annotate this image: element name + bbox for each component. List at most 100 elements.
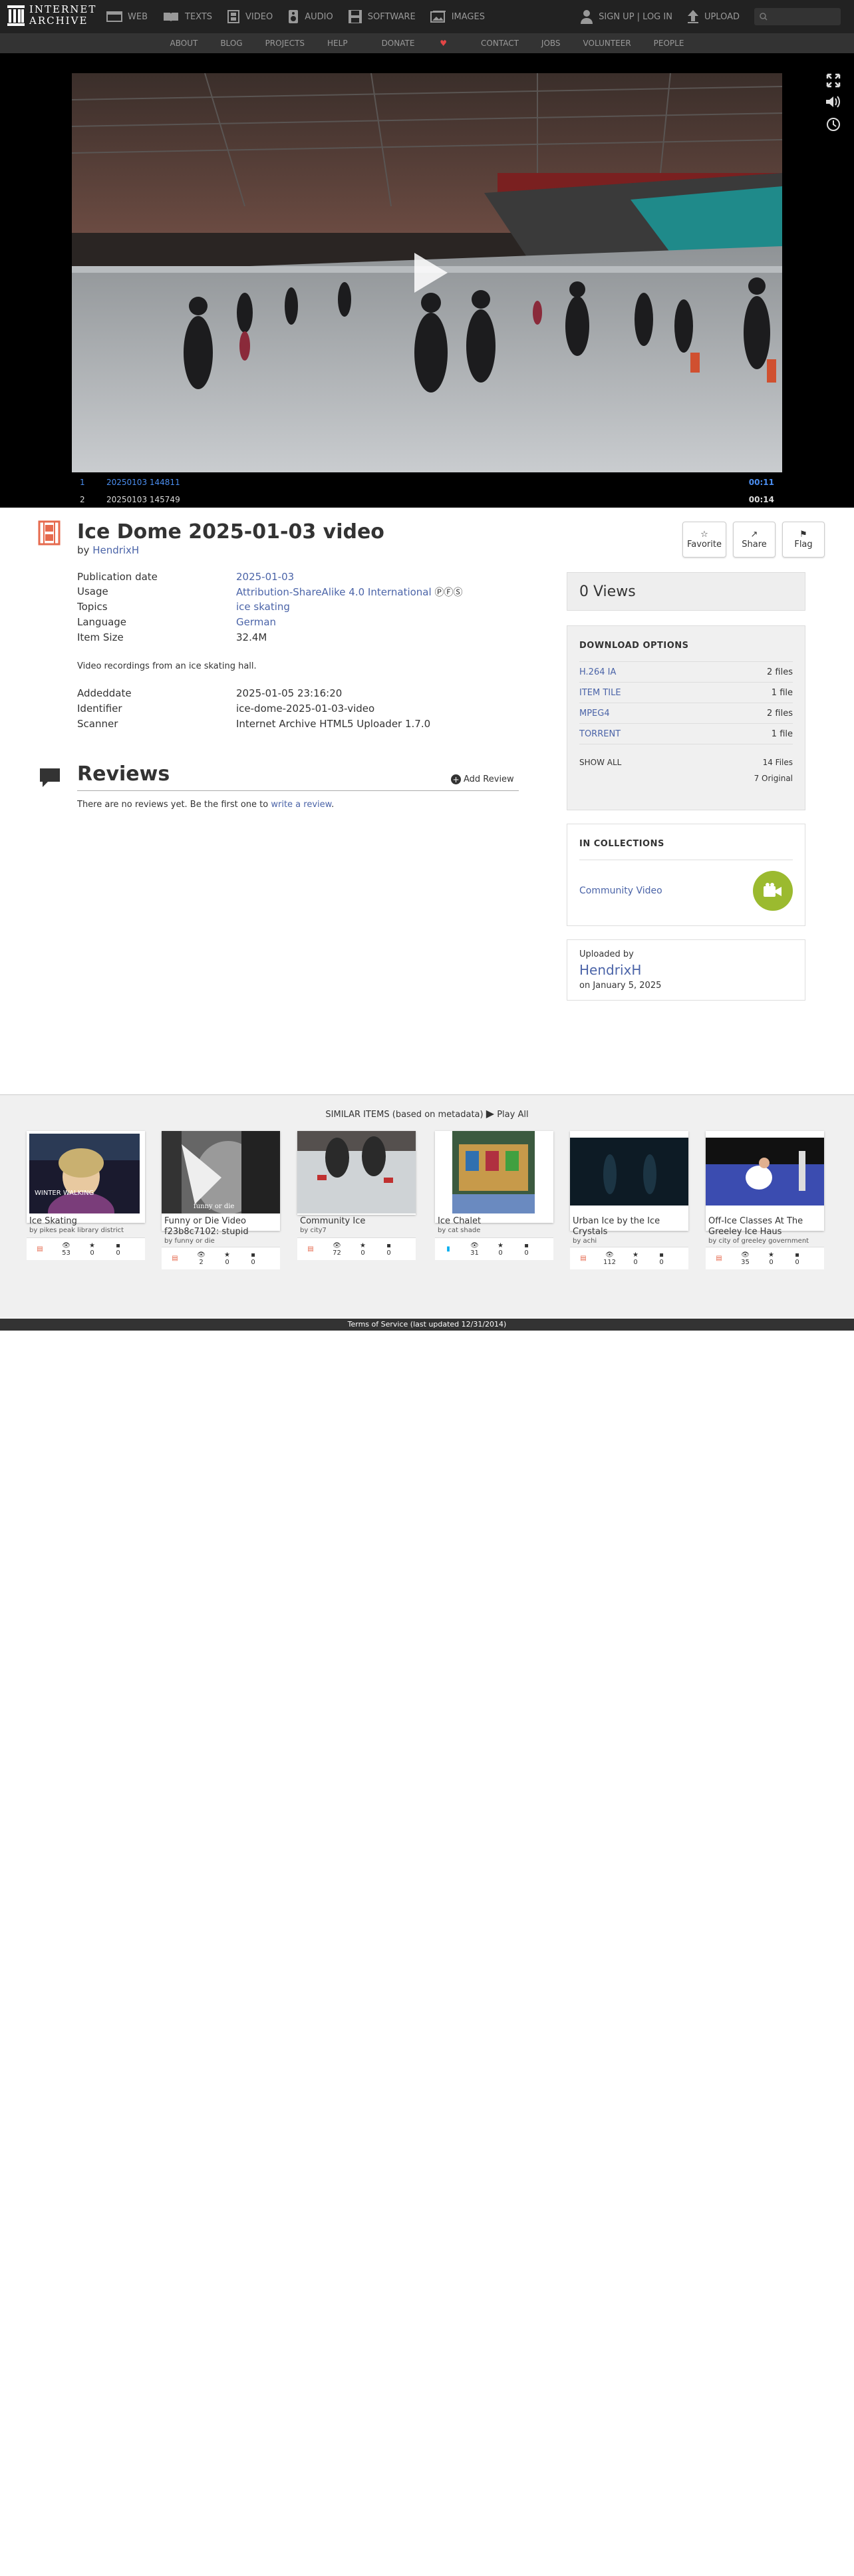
flag-label: Flag: [794, 540, 813, 550]
author-link[interactable]: HendrixH: [92, 544, 139, 556]
language-link[interactable]: German: [236, 616, 276, 628]
flag-button[interactable]: ⚑ Flag: [782, 522, 825, 558]
subnav-people[interactable]: PEOPLE: [654, 39, 684, 48]
star-icon: ★: [89, 1241, 95, 1249]
views-stat: 👁 72: [324, 1242, 350, 1257]
terms-of-service-link[interactable]: Terms of Service (last updated 12/31/201…: [0, 1319, 854, 1331]
fullscreen-icon[interactable]: [826, 73, 841, 90]
favorites-stat: ★ 0: [214, 1251, 240, 1266]
card-title[interactable]: Off-Ice Classes At The Greeley Ice Haus: [708, 1216, 821, 1237]
subnav-volunteer[interactable]: VOLUNTEER: [583, 39, 631, 48]
collection-video-icon: [753, 870, 793, 911]
card-title[interactable]: Community Ice: [300, 1216, 365, 1227]
download-row[interactable]: H.264 IA 2 files: [579, 661, 793, 682]
views-count: 31: [470, 1249, 479, 1257]
metadata-label: Usage: [77, 585, 108, 597]
playlist-item[interactable]: 1 20250103 144811 00:11: [72, 474, 782, 491]
topic-link[interactable]: ice skating: [236, 601, 290, 613]
nav-web[interactable]: WEB: [106, 11, 148, 23]
similar-item-card[interactable]: WINTER WALKING: [27, 1131, 145, 1223]
item-thumbnail: [297, 1131, 416, 1213]
views-count: 2: [199, 1258, 204, 1266]
film-icon: ▤: [716, 1255, 722, 1262]
similar-item-card[interactable]: [435, 1131, 553, 1223]
metadata-label: Addeddate: [77, 687, 132, 699]
clock-icon[interactable]: [826, 117, 841, 134]
search-input[interactable]: [754, 8, 841, 25]
subnav-jobs[interactable]: JOBS: [541, 39, 561, 48]
subnav-blog[interactable]: BLOG: [220, 39, 242, 48]
card-title[interactable]: Ice Skating: [29, 1216, 77, 1227]
download-format[interactable]: MPEG4: [579, 709, 610, 719]
nav-video[interactable]: VIDEO: [227, 10, 273, 23]
upload-link[interactable]: UPLOAD: [687, 9, 740, 24]
subnav-about[interactable]: ABOUT: [170, 39, 198, 48]
star-icon: ★: [498, 1241, 503, 1249]
reviews-stat: ▪ 0: [513, 1242, 539, 1257]
nav-software[interactable]: SOFTWARE: [348, 9, 416, 24]
subnav-contact[interactable]: CONTACT: [481, 39, 519, 48]
subnav-projects[interactable]: PROJECTS: [265, 39, 305, 48]
upload-label: UPLOAD: [704, 11, 740, 22]
share-button[interactable]: ↗ Share: [733, 522, 776, 558]
pubdate-link[interactable]: 2025-01-03: [236, 571, 294, 583]
write-review-link[interactable]: write a review: [271, 800, 331, 810]
similar-item-card[interactable]: [297, 1131, 416, 1215]
metadata-label: Scanner: [77, 718, 118, 730]
nav-audio[interactable]: AUDIO: [287, 9, 333, 24]
eye-icon: 👁: [333, 1241, 341, 1249]
search-icon: [760, 13, 768, 21]
add-review-label: Add Review: [464, 774, 514, 784]
play-all-button[interactable]: ▶ Play All: [486, 1107, 529, 1120]
signup-login-link[interactable]: SIGN UP | LOG IN: [580, 9, 672, 24]
download-format[interactable]: TORRENT: [579, 729, 621, 739]
scanner-value: Internet Archive HTML5 Uploader 1.7.0: [236, 718, 431, 730]
playlist: 1 20250103 144811 00:11 2 20250103 145749 00…: [72, 474, 782, 508]
subnav-donate[interactable]: DONATE ♥: [370, 39, 458, 48]
views-count: 112: [603, 1258, 617, 1266]
collection-item[interactable]: Community Video: [579, 860, 793, 911]
uploader-link[interactable]: HendrixH: [579, 962, 793, 978]
nav-texts[interactable]: TEXTS: [162, 11, 212, 23]
video-player[interactable]: [72, 73, 782, 472]
upload-date: on January 5, 2025: [579, 981, 662, 991]
license-link[interactable]: Attribution-ShareAlike 4.0 International: [236, 586, 432, 598]
card-title[interactable]: Urban Ice by the Ice Crystals: [573, 1216, 686, 1237]
heart-icon: ♥: [440, 39, 448, 48]
reviews-stat: ▪ 0: [784, 1251, 810, 1266]
subnav-help[interactable]: HELP: [327, 39, 348, 48]
card-title[interactable]: Funny or Die Video f23b8c7102: stupid: [164, 1216, 277, 1237]
top-navigation: INTERNET ARCHIVE WEB TEXTS VIDEO AUDIO SO…: [0, 0, 854, 33]
reviews-stat: ▪ 0: [105, 1242, 131, 1257]
favorites-count: 0: [769, 1258, 774, 1266]
cc-license-icons: ⓅⒻⓈ: [434, 587, 463, 598]
download-row[interactable]: MPEG4 2 files: [579, 703, 793, 723]
volume-icon[interactable]: [825, 94, 841, 112]
reviews-count: 0: [659, 1258, 664, 1266]
collection-link[interactable]: Community Video: [579, 886, 662, 896]
identifier-value: ice-dome-2025-01-03-video: [236, 703, 375, 715]
playlist-duration: 00:11: [748, 478, 774, 487]
download-row[interactable]: TORRENT 1 file: [579, 723, 793, 744]
favorite-button[interactable]: ☆ Favorite: [682, 522, 726, 558]
ia-logo[interactable]: INTERNET ARCHIVE: [7, 3, 96, 28]
download-format[interactable]: H.264 IA: [579, 667, 616, 677]
comment-icon: ▪: [659, 1251, 664, 1259]
favorites-stat: ★ 0: [623, 1251, 648, 1266]
views-stat: 👁 2: [188, 1251, 214, 1266]
views-stat: 👁 112: [597, 1251, 623, 1266]
speaker-icon: [289, 10, 299, 23]
playlist-item[interactable]: 2 20250103 145749 00:14: [72, 491, 782, 508]
star-icon: ☆: [700, 530, 708, 540]
nav-images[interactable]: IMAGES: [430, 10, 485, 23]
download-row[interactable]: ITEM TILE 1 file: [579, 682, 793, 703]
card-title[interactable]: Ice Chalet: [438, 1216, 481, 1227]
size-value: 32.4M: [236, 631, 267, 643]
download-format[interactable]: ITEM TILE: [579, 688, 621, 698]
playlist-number: 1: [80, 478, 85, 487]
add-review-button[interactable]: + Add Review: [451, 774, 514, 784]
show-all-link[interactable]: SHOW ALL: [579, 758, 621, 767]
similar-heading-text: SIMILAR ITEMS (based on metadata): [325, 1110, 484, 1120]
metadata-label: Item Size: [77, 631, 124, 643]
web-icon: [106, 11, 122, 22]
